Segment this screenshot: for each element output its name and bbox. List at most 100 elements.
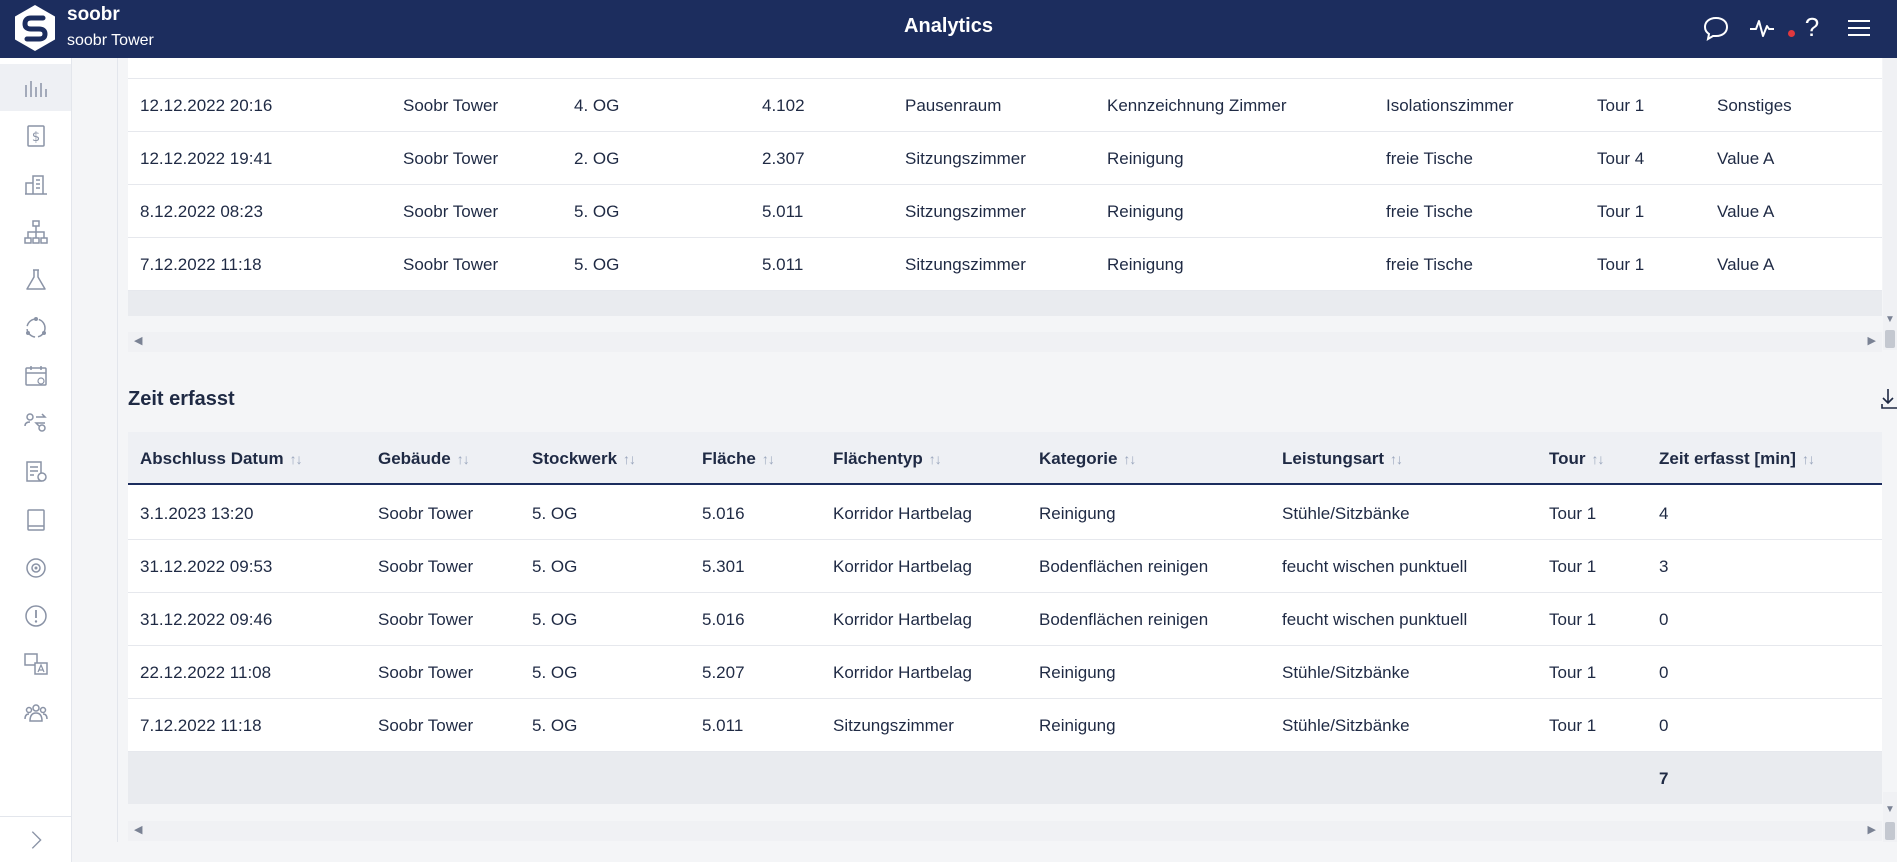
table-cell: 0 <box>1659 610 1669 629</box>
column-header-label: Stockwerk <box>532 449 618 468</box>
table-cell: Reinigung <box>1107 202 1184 221</box>
column-header[interactable]: Tour ↑↓ <box>1549 432 1605 485</box>
table-cell: Soobr Tower <box>378 557 474 576</box>
table-cell: 5. OG <box>532 663 578 682</box>
table-cell: Sitzungszimmer <box>905 149 1026 168</box>
sidebar-item-calendar[interactable] <box>0 352 71 399</box>
sidebar-item-target[interactable] <box>0 544 71 591</box>
sidebar-item-billing[interactable]: $ <box>0 112 71 159</box>
sidebar-expand-button[interactable] <box>0 816 71 862</box>
table-cell: 5.011 <box>762 255 804 274</box>
notification-dot <box>1788 30 1795 37</box>
table-cell: Sonstiges <box>1717 96 1792 115</box>
column-header[interactable]: Flächentyp ↑↓ <box>833 432 942 485</box>
table-row: 22.12.2022 11:08 Soobr Tower 5. OG 5.207 Kor… <box>128 646 1882 699</box>
sidebar-item-book[interactable] <box>0 496 71 543</box>
table-cell: Sitzungszimmer <box>833 716 954 735</box>
task-list-icon <box>25 460 47 482</box>
transfer-icon <box>23 412 47 432</box>
table-cell: Stühle/Sitzbänke <box>1282 716 1410 735</box>
sort-icon[interactable]: ↑↓ <box>1390 451 1403 467</box>
sort-icon[interactable]: ↑↓ <box>1802 451 1815 467</box>
column-header[interactable]: Abschluss Datum ↑↓ <box>140 432 303 485</box>
column-header[interactable]: Gebäude ↑↓ <box>378 432 470 485</box>
menu-icon[interactable] <box>1843 12 1875 44</box>
horizontal-scrollbar[interactable]: ◀ ▶ <box>128 332 1882 352</box>
table-cell: 4.102 <box>762 96 805 115</box>
column-header[interactable]: Kategorie ↑↓ <box>1039 432 1136 485</box>
table-cell: Reinigung <box>1039 663 1116 682</box>
sort-icon[interactable]: ↑↓ <box>762 451 775 467</box>
sidebar-item-team[interactable] <box>0 688 71 735</box>
column-header[interactable]: Stockwerk ↑↓ <box>532 432 636 485</box>
table-cell: 3 <box>1659 557 1669 576</box>
sort-icon[interactable]: ↑↓ <box>1123 451 1136 467</box>
table-cell: Soobr Tower <box>378 716 474 735</box>
sidebar-item-lab[interactable] <box>0 256 71 303</box>
vertical-scrollbar[interactable]: ▼ <box>1883 792 1897 842</box>
sidebar-item-alerts[interactable] <box>0 592 71 639</box>
table-cell: Tour 1 <box>1549 557 1597 576</box>
chat-icon[interactable] <box>1700 12 1732 44</box>
sidebar-item-hierarchy[interactable] <box>0 208 71 255</box>
cycle-icon <box>25 316 46 338</box>
sidebar-item-translate[interactable] <box>0 640 71 687</box>
buildings-icon <box>24 174 47 195</box>
table-cell: 5. OG <box>532 557 578 576</box>
svg-text:$: $ <box>31 130 39 145</box>
column-header[interactable]: Zeit erfasst [min] ↑↓ <box>1659 432 1815 485</box>
table-cell: freie Tische <box>1386 149 1473 168</box>
table-row: 31.12.2022 09:46 Soobr Tower 5. OG 5.016 Kor… <box>128 593 1882 646</box>
sidebar-item-analytics[interactable] <box>0 64 71 111</box>
column-header[interactable]: Leistungsart ↑↓ <box>1282 432 1403 485</box>
table-cell: Tour 1 <box>1549 663 1597 682</box>
table-cell: Tour 1 <box>1549 504 1597 523</box>
sort-icon[interactable]: ↑↓ <box>457 451 470 467</box>
sort-icon[interactable]: ↑↓ <box>290 451 303 467</box>
sidebar-item-tasks[interactable] <box>0 448 71 495</box>
site-selector[interactable]: soobr Tower <box>67 32 154 50</box>
table-cell: Soobr Tower <box>403 202 499 221</box>
sidebar-item-buildings[interactable] <box>0 160 71 207</box>
column-header[interactable]: Fläche ↑↓ <box>702 432 775 485</box>
target-icon <box>25 557 46 578</box>
table-cell: 7.12.2022 11:18 <box>140 255 262 274</box>
sidebar-item-cycle[interactable] <box>0 304 71 351</box>
help-icon[interactable]: ? <box>1796 11 1828 43</box>
vertical-scrollbar[interactable]: ▼ <box>1883 58 1897 350</box>
sidebar: $ <box>0 58 72 862</box>
top-table: 12.12.2022 20:16 Soobr Tower 4. OG 4.102 Pau… <box>128 58 1882 316</box>
table-cell: Tour 1 <box>1597 96 1645 115</box>
column-header-label: Leistungsart <box>1282 449 1385 468</box>
top-bar: soobr soobr Tower Analytics ? <box>0 0 1897 58</box>
table-total-row: 7 <box>128 752 1882 804</box>
table-cell: Tour 1 <box>1549 610 1597 629</box>
table-cell: freie Tische <box>1386 255 1473 274</box>
table-cell: 0 <box>1659 663 1669 682</box>
page-title: Analytics <box>904 15 993 37</box>
book-icon <box>26 508 45 531</box>
download-icon[interactable] <box>1879 386 1897 412</box>
table-cell: Tour 1 <box>1597 202 1645 221</box>
column-header-label: Tour <box>1549 449 1586 468</box>
table-cell: 5. OG <box>532 504 578 523</box>
table-cell: 2.307 <box>762 149 805 168</box>
soobr-logo-icon[interactable] <box>12 3 58 53</box>
table-row: 31.12.2022 09:53 Soobr Tower 5. OG 5.301 Kor… <box>128 540 1882 593</box>
table-cell: Soobr Tower <box>403 149 499 168</box>
sidebar-item-transfer[interactable] <box>0 400 71 447</box>
table-cell: freie Tische <box>1386 202 1473 221</box>
hierarchy-icon <box>23 219 48 244</box>
table-cell: Tour 1 <box>1549 716 1597 735</box>
table-cell: Kennzeichnung Zimmer <box>1107 96 1287 115</box>
table-cell: Reinigung <box>1039 504 1116 523</box>
table-header: Abschluss Datum ↑↓ Gebäude ↑↓ Stockwerk ↑↓ Flä… <box>128 432 1882 485</box>
activity-icon[interactable] <box>1746 12 1778 44</box>
sort-icon[interactable]: ↑↓ <box>623 451 636 467</box>
sort-icon[interactable]: ↑↓ <box>1592 451 1605 467</box>
table-cell: Soobr Tower <box>378 610 474 629</box>
horizontal-scrollbar[interactable]: ◀ ▶ <box>128 821 1882 841</box>
analytics-icon <box>24 80 47 97</box>
alert-icon <box>24 604 47 627</box>
sort-icon[interactable]: ↑↓ <box>929 451 942 467</box>
